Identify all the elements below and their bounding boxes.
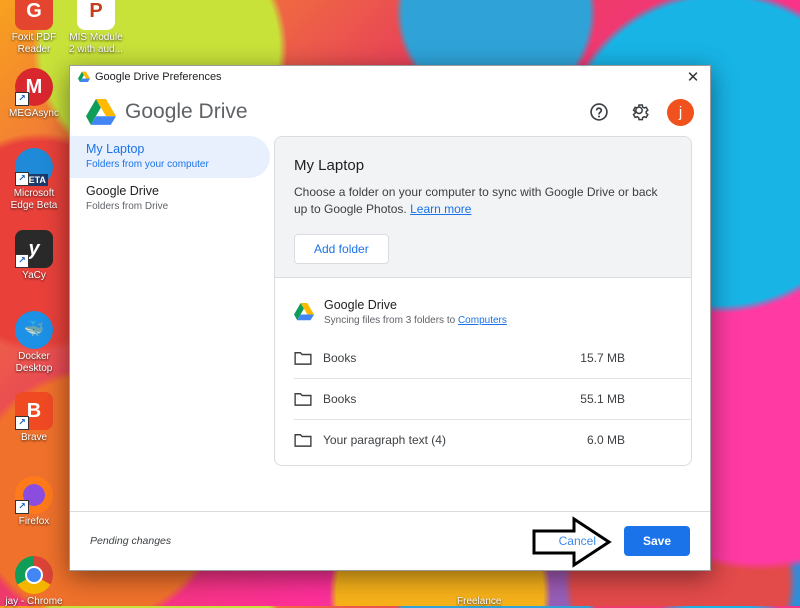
- title-bar: Google Drive Preferences ✕: [70, 66, 710, 88]
- desktop-icon-firefox[interactable]: ↗ Firefox: [0, 476, 68, 528]
- desktop-icon-label: Microsoft: [13, 188, 55, 199]
- desktop-icon-label: jay - Chrome: [5, 596, 63, 607]
- desktop-icon-edge-beta[interactable]: BETA ↗ Microsoft Edge Beta: [0, 148, 68, 212]
- google-drive-icon: [78, 71, 90, 82]
- shortcut-arrow-icon: ↗: [15, 172, 29, 186]
- computers-link[interactable]: Computers: [458, 315, 507, 326]
- docker-icon: 🐳: [15, 311, 53, 349]
- folder-icon: [294, 393, 312, 406]
- folder-list: Books 15.7 MB Books 55.1 MB Your paragra…: [294, 338, 691, 460]
- window-title: Google Drive Preferences: [95, 71, 222, 83]
- drive-subtitle: Syncing files from 3 folders to Computer…: [324, 315, 507, 326]
- brave-lion-icon: B ↗: [15, 392, 53, 430]
- edge-beta-icon: BETA ↗: [15, 148, 53, 186]
- desktop-icon-label: MEGAsync: [8, 108, 59, 119]
- preferences-dialog: Google Drive Preferences ✕ Google Drive …: [69, 65, 711, 571]
- shortcut-arrow-icon: ↗: [15, 500, 29, 514]
- list-item[interactable]: Your paragraph text (4) 6.0 MB: [294, 420, 691, 460]
- section-title: My Laptop: [294, 157, 365, 174]
- pending-status: Pending changes: [90, 535, 172, 547]
- sidebar-item-google-drive[interactable]: Google Drive Folders from Drive: [70, 178, 270, 220]
- save-button[interactable]: Save: [624, 526, 690, 556]
- desktop-icon-label: Reader: [17, 44, 51, 55]
- folder-icon: [294, 434, 312, 447]
- footer: Pending changes Cancel Save: [70, 511, 710, 570]
- desktop-icon-label: YaCy: [22, 270, 46, 281]
- chrome-icon: [15, 556, 53, 594]
- desktop-icon-label: Desktop: [15, 363, 53, 374]
- main-panel: My Laptop Choose a folder on your comput…: [274, 136, 692, 466]
- sidebar-item-my-laptop[interactable]: My Laptop Folders from your computer: [70, 136, 270, 178]
- sidebar-item-label: My Laptop: [86, 142, 145, 156]
- desktop-icon-docker[interactable]: 🐳 Docker Desktop: [0, 311, 68, 375]
- learn-more-link[interactable]: Learn more: [410, 202, 471, 216]
- folder-name: Books: [323, 351, 357, 365]
- shortcut-arrow-icon: ↗: [15, 254, 29, 268]
- firefox-icon: ↗: [15, 476, 53, 514]
- help-icon[interactable]: [587, 100, 611, 124]
- brand: Google Drive: [86, 98, 248, 126]
- sidebar: My Laptop Folders from your computer Goo…: [70, 136, 270, 220]
- sidebar-item-sublabel: Folders from your computer: [86, 159, 209, 170]
- foxit-icon: G: [15, 0, 53, 30]
- desktop-icon-foxit[interactable]: G Foxit PDF Reader: [0, 0, 68, 56]
- desktop-icon-label: Foxit PDF: [11, 32, 57, 43]
- shortcut-arrow-icon: ↗: [15, 92, 29, 106]
- desktop-icon-label: Docker: [18, 351, 50, 362]
- desktop-icon-label: Edge Beta: [10, 200, 58, 211]
- google-drive-icon: [294, 303, 314, 321]
- shortcut-arrow-icon: ↗: [15, 416, 29, 430]
- powerpoint-icon: P: [77, 0, 115, 30]
- folder-size: 55.1 MB: [580, 392, 625, 406]
- drive-title: Google Drive: [324, 298, 397, 312]
- sidebar-item-sublabel: Folders from Drive: [86, 201, 169, 212]
- folder-icon: [294, 352, 312, 365]
- desktop-icon-megasync[interactable]: M ↗ MEGAsync: [0, 68, 68, 120]
- section-description: Choose a folder on your computer to sync…: [294, 185, 658, 216]
- gear-icon[interactable]: [627, 100, 651, 124]
- desktop-icon-label: 2 with aud...: [69, 44, 123, 55]
- folder-size: 6.0 MB: [586, 433, 625, 447]
- my-laptop-card: My Laptop Choose a folder on your comput…: [275, 137, 691, 278]
- desktop-icon-label: Brave: [20, 432, 48, 443]
- header: Google Drive j: [70, 88, 710, 136]
- folder-size: 15.7 MB: [580, 351, 625, 365]
- list-item[interactable]: Books 15.7 MB: [294, 338, 691, 379]
- desktop-icon-yacy[interactable]: y ↗ YaCy: [0, 230, 68, 282]
- list-item[interactable]: Books 55.1 MB: [294, 379, 691, 420]
- sidebar-item-label: Google Drive: [86, 184, 159, 198]
- desktop-icon-label: Firefox: [18, 516, 50, 527]
- brand-name: Google Drive: [125, 100, 248, 123]
- add-folder-button[interactable]: Add folder: [294, 234, 389, 264]
- desktop-icon-chrome[interactable]: jay - Chrome: [0, 556, 68, 608]
- desktop-icon-brave[interactable]: B ↗ Brave: [0, 392, 68, 444]
- folder-name: Books: [323, 392, 357, 406]
- avatar[interactable]: j: [667, 98, 694, 126]
- yacy-icon: y ↗: [15, 230, 53, 268]
- folder-name: Your paragraph text (4): [323, 433, 446, 447]
- drive-sync-section: Google Drive Syncing files from 3 folder…: [275, 278, 691, 460]
- close-icon[interactable]: ✕: [684, 68, 702, 86]
- mega-icon: M ↗: [15, 68, 53, 106]
- google-drive-icon: [86, 98, 116, 125]
- arrow-annotation-icon: [532, 516, 612, 568]
- desktop-icon-mis-module[interactable]: P MIS Module 2 with aud...: [62, 0, 130, 56]
- desktop-icon-label: Freelance: [457, 596, 502, 607]
- desktop-icon-label: MIS Module: [69, 32, 123, 43]
